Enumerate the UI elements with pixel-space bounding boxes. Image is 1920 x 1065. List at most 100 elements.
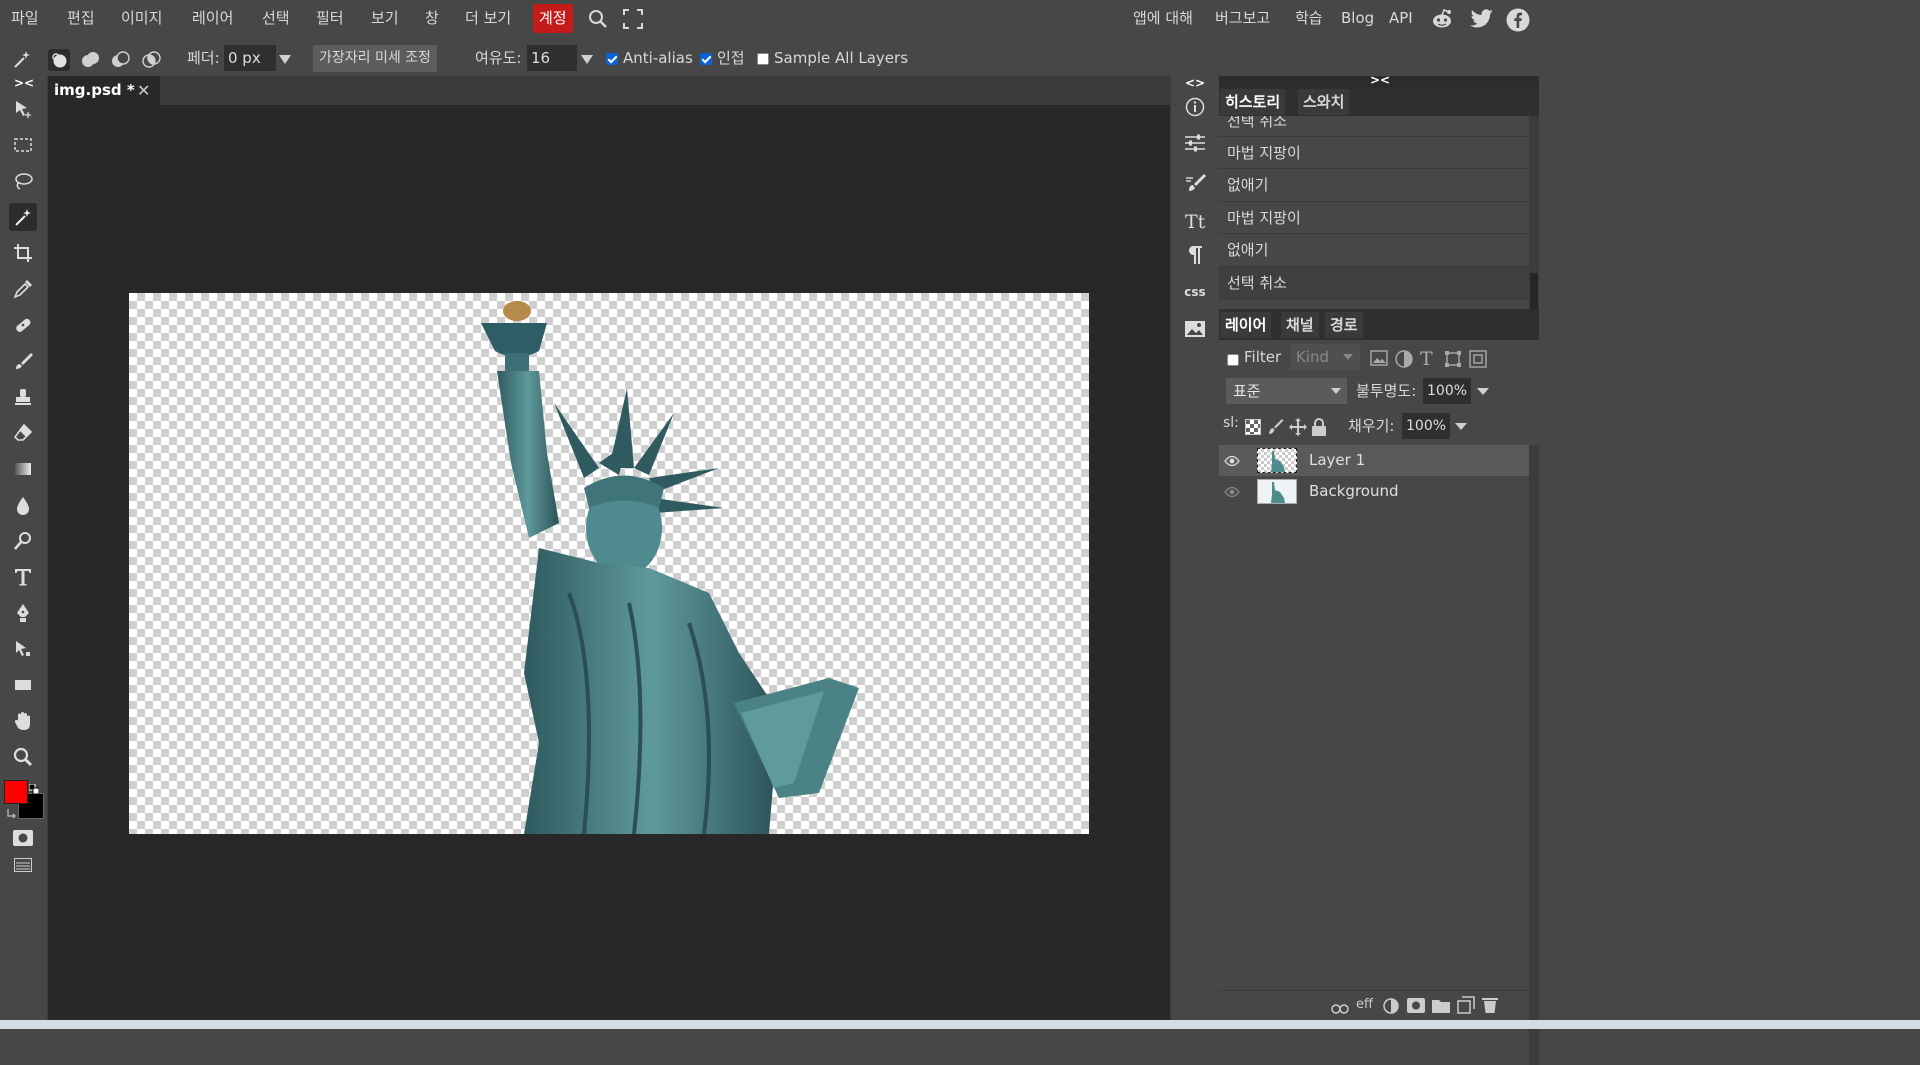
lasso-tool-icon[interactable] <box>9 167 37 195</box>
panels-collapse[interactable]: >< <box>1370 73 1390 87</box>
selection-subtract-icon[interactable] <box>109 49 131 75</box>
contiguous-checkbox[interactable] <box>700 53 712 65</box>
brush-tool-icon[interactable] <box>9 347 37 375</box>
history-item[interactable]: 마법 지팡이 <box>1219 137 1529 169</box>
tab-layers[interactable]: 레이어 <box>1220 312 1272 338</box>
eyedropper-tool-icon[interactable] <box>9 275 37 303</box>
facebook-icon[interactable] <box>1506 8 1530 36</box>
lock-pixels-icon[interactable] <box>1266 418 1284 440</box>
layers-scrollbar[interactable] <box>1529 445 1539 1065</box>
link-blog[interactable]: Blog <box>1341 0 1374 37</box>
crop-tool-icon[interactable] <box>9 239 37 267</box>
menu-account[interactable]: 계정 <box>533 4 573 33</box>
gradient-tool-icon[interactable] <box>9 455 37 483</box>
healing-brush-tool-icon[interactable] <box>9 311 37 339</box>
reddit-icon[interactable] <box>1430 7 1454 35</box>
tolerance-input[interactable]: 16 <box>527 45 577 71</box>
menu-edit[interactable]: 편집 <box>67 0 95 37</box>
link-api[interactable]: API <box>1389 0 1413 37</box>
tolerance-dropdown-icon[interactable] <box>581 55 593 64</box>
tab-paths[interactable]: 경로 <box>1325 312 1363 338</box>
selection-new-icon[interactable] <box>48 49 70 71</box>
image-icon[interactable] <box>1181 316 1209 342</box>
selection-add-icon[interactable] <box>79 49 101 75</box>
opacity-dropdown-icon[interactable] <box>1477 388 1489 395</box>
selection-intersect-icon[interactable] <box>140 49 162 75</box>
menu-image[interactable]: 이미지 <box>121 0 162 37</box>
layer-row[interactable]: Layer 1 <box>1219 445 1529 476</box>
kind-dropdown-icon[interactable] <box>1343 354 1353 360</box>
twitter-icon[interactable] <box>1470 8 1494 34</box>
filter-shape-icon[interactable] <box>1444 350 1462 372</box>
clone-stamp-tool-icon[interactable] <box>9 383 37 411</box>
layer-effects-button[interactable]: eff <box>1356 997 1373 1012</box>
feather-dropdown-icon[interactable] <box>279 55 291 64</box>
refine-edge-button[interactable]: 가장자리 미세 조정 <box>313 45 437 72</box>
filter-type-icon[interactable]: T <box>1419 348 1437 372</box>
history-item[interactable]: 마법 지팡이 <box>1219 202 1529 234</box>
tab-channels[interactable]: 채널 <box>1281 312 1319 338</box>
default-colors-icon[interactable] <box>28 780 40 795</box>
fill-input[interactable]: 100% <box>1402 413 1450 439</box>
eraser-tool-icon[interactable] <box>9 419 37 447</box>
link-about[interactable]: 앱에 대해 <box>1133 0 1193 37</box>
history-item[interactable]: 선택 취소 <box>1219 116 1529 137</box>
lock-position-icon[interactable] <box>1288 417 1308 441</box>
link-layers-icon[interactable] <box>1331 1000 1349 1018</box>
paragraph-icon[interactable] <box>1181 242 1209 268</box>
layer-filter-checkbox[interactable] <box>1227 354 1239 366</box>
sidecol-collapse[interactable]: <> <box>1185 76 1205 90</box>
history-item[interactable]: 없애기 <box>1219 169 1529 202</box>
link-bug-report[interactable]: 버그보고 <box>1215 0 1270 37</box>
search-icon[interactable] <box>587 8 609 34</box>
filter-smart-object-icon[interactable] <box>1469 350 1487 372</box>
menu-more[interactable]: 더 보기 <box>465 0 511 37</box>
blur-tool-icon[interactable] <box>9 491 37 519</box>
antialias-checkbox[interactable] <box>606 53 618 65</box>
history-item-current[interactable]: 선택 취소 <box>1219 267 1529 300</box>
path-selection-tool-icon[interactable] <box>9 635 37 663</box>
menu-file[interactable]: 파일 <box>11 0 39 37</box>
blend-mode-select[interactable]: 표준 <box>1226 378 1347 404</box>
visibility-eye-icon[interactable] <box>1224 453 1240 471</box>
visibility-eye-icon[interactable] <box>1224 484 1240 502</box>
history-scrollbar[interactable] <box>1529 116 1539 309</box>
magic-wand-tool-icon[interactable] <box>9 203 37 231</box>
delete-layer-icon[interactable] <box>1481 996 1499 1018</box>
fullscreen-icon[interactable] <box>623 9 643 33</box>
marquee-tool-icon[interactable] <box>9 131 37 159</box>
tab-swatches[interactable]: 스와치 <box>1298 89 1350 115</box>
brush-settings-icon[interactable] <box>1181 170 1209 196</box>
rectangle-tool-icon[interactable] <box>9 671 37 699</box>
foreground-color-swatch[interactable] <box>4 780 28 804</box>
type-tool-icon[interactable] <box>9 563 37 591</box>
fill-dropdown-icon[interactable] <box>1455 423 1467 430</box>
adjustment-layer-icon[interactable] <box>1383 998 1399 1018</box>
character-icon[interactable]: Tt <box>1181 208 1209 234</box>
filter-pixel-icon[interactable] <box>1370 350 1388 370</box>
info-icon[interactable] <box>1181 94 1209 120</box>
menu-view[interactable]: 보기 <box>371 0 399 37</box>
history-item[interactable]: 없애기 <box>1219 234 1529 267</box>
quick-mask-icon[interactable] <box>13 830 33 850</box>
document-tab[interactable]: img.psd * ✕ <box>48 76 160 105</box>
blend-mode-dropdown-icon[interactable] <box>1331 388 1341 394</box>
swap-colors-icon[interactable] <box>6 805 18 823</box>
menu-filter[interactable]: 필터 <box>316 0 344 37</box>
layer-row[interactable]: Background <box>1219 476 1529 507</box>
image-canvas[interactable] <box>129 293 1089 834</box>
css-icon[interactable]: css <box>1181 279 1209 305</box>
new-layer-icon[interactable] <box>1457 996 1475 1018</box>
dodge-tool-icon[interactable] <box>9 527 37 555</box>
screen-mode-icon[interactable] <box>14 858 32 876</box>
close-icon[interactable]: ✕ <box>137 76 150 105</box>
lock-all-icon[interactable] <box>1311 417 1327 441</box>
zoom-tool-icon[interactable] <box>9 743 37 771</box>
adjustments-icon[interactable] <box>1181 130 1209 156</box>
pen-tool-icon[interactable] <box>9 599 37 627</box>
menu-window[interactable]: 창 <box>425 0 439 37</box>
tab-history[interactable]: 히스토리 <box>1220 89 1286 115</box>
sample-all-layers-checkbox[interactable] <box>757 53 769 65</box>
opacity-input[interactable]: 100% <box>1423 378 1471 404</box>
link-learn[interactable]: 학습 <box>1295 0 1323 37</box>
